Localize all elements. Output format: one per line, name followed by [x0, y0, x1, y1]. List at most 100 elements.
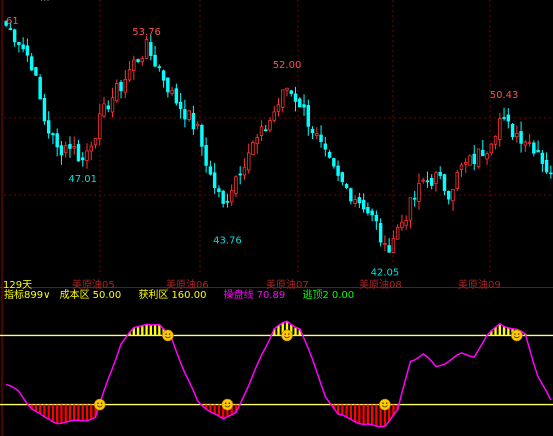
smile-face-icon — [162, 329, 174, 342]
candle — [127, 69, 132, 81]
candle — [429, 178, 434, 186]
candle — [527, 141, 532, 144]
candle — [370, 210, 374, 216]
candle — [161, 70, 166, 81]
candle — [200, 124, 204, 147]
smile-face-eye — [228, 402, 231, 404]
candle — [136, 59, 140, 62]
candle — [489, 143, 494, 154]
candle — [106, 105, 110, 110]
candle — [183, 109, 187, 120]
candle — [357, 197, 362, 204]
candle — [383, 243, 387, 245]
candle — [421, 179, 425, 182]
candle — [55, 133, 59, 148]
candle — [272, 111, 276, 121]
candle — [319, 134, 323, 142]
candle — [293, 93, 298, 102]
candle — [153, 54, 157, 67]
candle — [110, 97, 115, 113]
candle — [400, 221, 404, 228]
smile-face-eye — [165, 333, 167, 335]
smile-face-eye — [382, 402, 384, 404]
oscillator-layer — [0, 320, 553, 428]
indicator-name[interactable]: 指标899 — [4, 290, 43, 301]
candle — [412, 197, 417, 200]
candle — [21, 44, 25, 50]
candle — [306, 105, 311, 127]
candle — [502, 117, 506, 119]
candle — [510, 123, 515, 138]
trade-line-value: 70.89 — [256, 290, 286, 301]
candle — [506, 114, 511, 122]
indicator-bar: 指标899∨ 成本区 50.00 获利区 160.00 操盘线 70.89 逃顶2 0.… — [0, 288, 553, 304]
candle — [442, 174, 447, 191]
candle — [46, 120, 51, 134]
smile-face-eye — [288, 333, 290, 335]
smile-face-eye — [168, 333, 171, 335]
cost-zone-value: 50.00 — [92, 290, 122, 301]
smile-face-eye — [517, 333, 520, 335]
smile-face-eye — [97, 402, 99, 404]
candle — [493, 135, 498, 145]
candle — [98, 113, 102, 139]
smile-face-circle — [93, 398, 106, 411]
price-label-peak: 50.43 — [490, 90, 519, 101]
candle — [438, 171, 442, 176]
candle — [132, 59, 136, 71]
candle — [374, 214, 379, 222]
candle — [12, 29, 17, 43]
candle — [234, 176, 238, 194]
profit-zone-value: 160.00 — [171, 290, 207, 301]
candle — [361, 199, 366, 210]
candles-layer — [4, 20, 553, 254]
candle — [76, 144, 81, 162]
candle — [246, 152, 251, 171]
candle — [544, 159, 549, 173]
candle — [289, 90, 293, 94]
smile-face-circle — [511, 329, 523, 342]
candle — [417, 183, 421, 202]
candle — [238, 173, 242, 176]
candle — [195, 123, 200, 127]
candle — [434, 172, 438, 184]
candle — [340, 172, 345, 183]
candle — [217, 188, 221, 193]
price-label-trough: 43.76 — [213, 235, 242, 246]
candle — [281, 89, 285, 108]
candle — [166, 77, 170, 93]
smile-face-eye — [284, 333, 287, 335]
smile-face-circle — [162, 329, 174, 342]
smile-face-eye — [385, 402, 388, 404]
candle — [302, 104, 306, 108]
candle — [455, 172, 459, 189]
candle — [332, 158, 336, 167]
candle — [476, 148, 481, 168]
smile-face-circle — [379, 398, 391, 411]
candle — [59, 145, 64, 156]
smile-face-icon — [281, 329, 293, 342]
candle — [251, 142, 255, 155]
candle — [123, 78, 128, 93]
candle — [323, 143, 328, 150]
candle — [93, 137, 98, 146]
candle — [51, 133, 55, 136]
candle — [85, 150, 89, 161]
candle — [259, 126, 264, 136]
candle — [81, 157, 85, 161]
futures-chart[interactable]: 53.7652.0050.4347.0143.7642.05 — [0, 0, 553, 436]
candle — [115, 83, 119, 102]
candle — [174, 88, 179, 104]
escape-top-label: 逃顶2 — [302, 290, 329, 301]
smile-face-eye — [514, 333, 516, 335]
candle — [344, 184, 349, 188]
candle — [225, 200, 230, 203]
candle — [204, 145, 208, 166]
smile-face-eye — [100, 402, 103, 404]
candle — [378, 223, 383, 243]
candle — [212, 172, 217, 189]
cost-zone-label: 成本区 — [59, 290, 90, 301]
candle — [391, 238, 396, 253]
dropdown-chevron-icon[interactable]: ∨ — [43, 290, 50, 301]
candle — [242, 166, 247, 176]
